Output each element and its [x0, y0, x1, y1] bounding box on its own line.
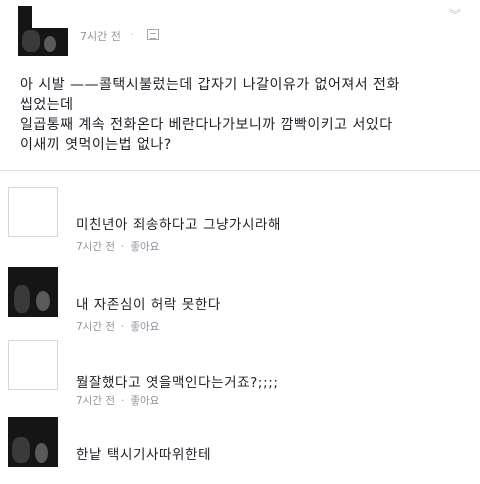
commenter-avatar[interactable] — [8, 187, 58, 237]
comment-timestamp[interactable]: 7시간 전 — [76, 241, 115, 253]
post-author-avatar[interactable] — [18, 6, 68, 56]
comment-item: 미친년아 죄송하다고 그냥가시라해 7시간 전 · 좋아요 — [0, 187, 480, 257]
comment-timestamp[interactable]: 7시간 전 — [76, 321, 115, 333]
like-button[interactable]: 좋아요 — [130, 321, 159, 333]
comment-timestamp[interactable]: 7시간 전 — [76, 395, 115, 407]
like-button[interactable]: 좋아요 — [130, 395, 159, 407]
post-header: 7시간 전 · ︾ — [0, 0, 480, 60]
post-text: 아 시발 ——콜택시불렀는데 갑자기 나갈이유가 없어져서 전화 씹었는데 일곱… — [20, 75, 470, 155]
chevron-down-icon[interactable]: ︾ — [448, 8, 462, 22]
comment-text: 미친년아 죄송하다고 그냥가시라해 — [76, 217, 282, 233]
comment-item: 뭘잘했다고 엿을맥인다는거죠?;;;; 7시간 전 · 좋아요 — [0, 340, 480, 410]
post-text-line: 씹었는데 — [20, 97, 74, 113]
comment-text: 내 자존심이 허락 못한다 — [76, 297, 221, 313]
divider — [0, 170, 480, 171]
commenter-avatar[interactable] — [8, 267, 58, 317]
post-meta-separator: · — [130, 28, 134, 41]
audience-icon[interactable] — [147, 29, 159, 40]
comment-item: 한낱 택시기사따위한테 — [0, 417, 480, 484]
post-text-line: 아 시발 ——콜택시불렀는데 갑자기 나갈이유가 없어져서 전화 — [20, 77, 400, 93]
meta-separator: · — [121, 395, 125, 407]
post-text-line: 이새끼 엿먹이는법 없나? — [20, 137, 172, 153]
like-button[interactable]: 좋아요 — [130, 241, 159, 253]
comment-text: 뭘잘했다고 엿을맥인다는거죠?;;;; — [76, 375, 279, 391]
comment-meta: 7시간 전 · 좋아요 — [76, 393, 159, 408]
comment-item: 내 자존심이 허락 못한다 7시간 전 · 좋아요 — [0, 267, 480, 337]
meta-separator: · — [121, 321, 125, 333]
comment-meta: 7시간 전 · 좋아요 — [76, 239, 159, 254]
post-text-line: 일곱통째 계속 전화온다 베란다나가보니까 깜빡이키고 서있다 — [20, 117, 393, 133]
commenter-avatar[interactable] — [8, 340, 58, 390]
post-timestamp[interactable]: 7시간 전 — [80, 28, 121, 44]
commenter-avatar[interactable] — [8, 417, 58, 467]
comment-text: 한낱 택시기사따위한테 — [76, 447, 212, 463]
comment-meta: 7시간 전 · 좋아요 — [76, 319, 159, 334]
meta-separator: · — [121, 241, 125, 253]
